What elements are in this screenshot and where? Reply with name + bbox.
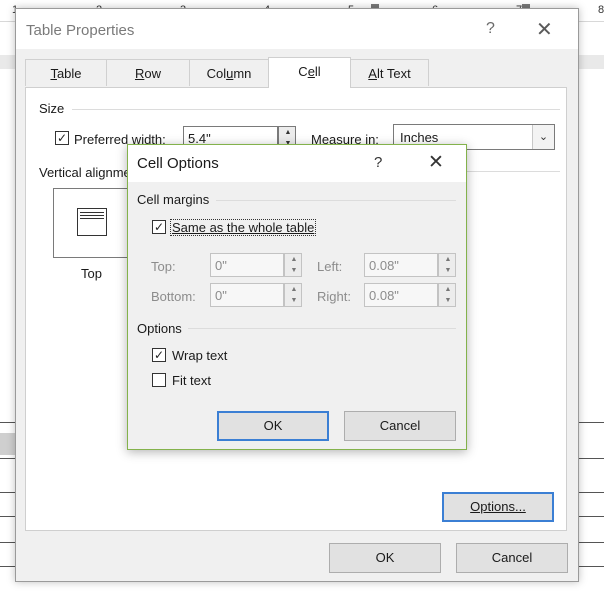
spin-up-icon: ▲ [290,256,298,263]
help-icon[interactable]: ? [374,154,382,171]
fit-text-checkbox[interactable] [152,373,166,387]
tab-table[interactable]: Table [25,59,107,86]
bottom-margin-field: ▲ ▼ [210,283,302,307]
options-button-label: Options... [470,499,526,514]
tab-accel: A [368,66,377,81]
spin-down-icon: ▼ [290,297,298,304]
section-divider [188,328,456,329]
title-bar: Table Properties ? ✕ [16,9,578,49]
dialog-title: Table Properties [26,22,135,39]
cancel-button-label: Cancel [491,550,533,565]
top-margin-input [210,253,284,277]
cancel-button-label: Cancel [379,418,421,433]
options-section-label: Options [137,321,182,336]
spin-up-icon[interactable]: ▲ [279,127,297,138]
tab-column[interactable]: ColUmn [189,59,269,86]
left-margin-label: Left: [317,259,343,274]
spin-up-icon: ▲ [444,286,452,293]
top-margin-field: ▲ ▼ [210,253,302,277]
right-margin-spinner: ▲ ▼ [438,283,456,307]
top-margin-label: Top: [151,259,176,274]
tab-label: Col [206,66,227,81]
cancel-button[interactable]: Cancel [344,411,456,441]
align-top-icon [77,208,107,236]
tab-label: mn [233,66,252,81]
title-bar: Cell Options ? ✕ [128,145,466,182]
align-top-label: Top [81,266,102,281]
wrap-text-label: Wrap text [172,348,228,363]
spin-down-icon: ▼ [444,267,452,274]
tab-alt-text[interactable]: Alt Text [350,59,429,86]
cancel-button[interactable]: Cancel [456,543,568,573]
table-cell-shading [0,433,16,455]
chevron-down-icon[interactable]: ⌄ [532,125,554,149]
close-icon[interactable]: ✕ [428,151,444,174]
options-button[interactable]: Options... [442,492,554,522]
bottom-margin-spinner: ▲ ▼ [284,283,302,307]
same-as-table-checkbox[interactable]: ✓ [152,220,166,234]
section-divider [72,109,560,110]
close-icon[interactable]: ✕ [536,17,553,42]
spin-up-icon: ▲ [444,256,452,263]
tab-label: lt Text [376,66,411,81]
same-as-table-label[interactable]: Same as the whole table [169,219,317,236]
measure-in-value: Inches [400,130,439,145]
same-as-table-text: Same as the whole table [172,220,315,235]
tab-label: C [298,64,308,79]
cell-options-dialog: Cell Options ? ✕ Cell margins ✓ Same as … [127,144,467,450]
preferred-width-checkbox[interactable]: ✓ [55,131,69,145]
right-margin-field: ▲ ▼ [364,283,456,307]
bottom-margin-label: Bottom: [151,289,196,304]
ok-button[interactable]: OK [329,543,441,573]
help-icon[interactable]: ? [486,20,495,38]
ruler-number: 8 [598,4,604,16]
tab-accel: E [307,64,315,79]
left-margin-input [364,253,438,277]
top-margin-spinner: ▲ ▼ [284,253,302,277]
tab-row[interactable]: Row [106,59,190,86]
tab-label: able [56,66,82,81]
fit-text-label: Fit text [172,373,212,388]
spin-down-icon: ▼ [444,297,452,304]
ok-button-label: OK [375,550,395,565]
size-section-label: Size [39,101,65,116]
vertical-alignment-label: Vertical alignme [39,165,131,180]
tab-cell[interactable]: CEll [268,57,351,88]
spin-down-icon: ▼ [290,267,298,274]
tab-label: ll [314,64,321,79]
tab-label: ow [144,66,161,81]
section-divider [216,200,456,201]
left-margin-spinner: ▲ ▼ [438,253,456,277]
wrap-text-checkbox[interactable]: ✓ [152,348,166,362]
bottom-margin-input [210,283,284,307]
cell-margins-label: Cell margins [137,192,210,207]
align-top-option[interactable] [53,188,129,258]
left-margin-field: ▲ ▼ [364,253,456,277]
ok-button[interactable]: OK [217,411,329,441]
right-margin-label: Right: [317,289,351,304]
spin-up-icon: ▲ [290,286,298,293]
dialog-title: Cell Options [137,155,219,172]
ok-button-label: OK [263,418,283,433]
tab-accel: R [134,66,145,81]
right-margin-input [364,283,438,307]
